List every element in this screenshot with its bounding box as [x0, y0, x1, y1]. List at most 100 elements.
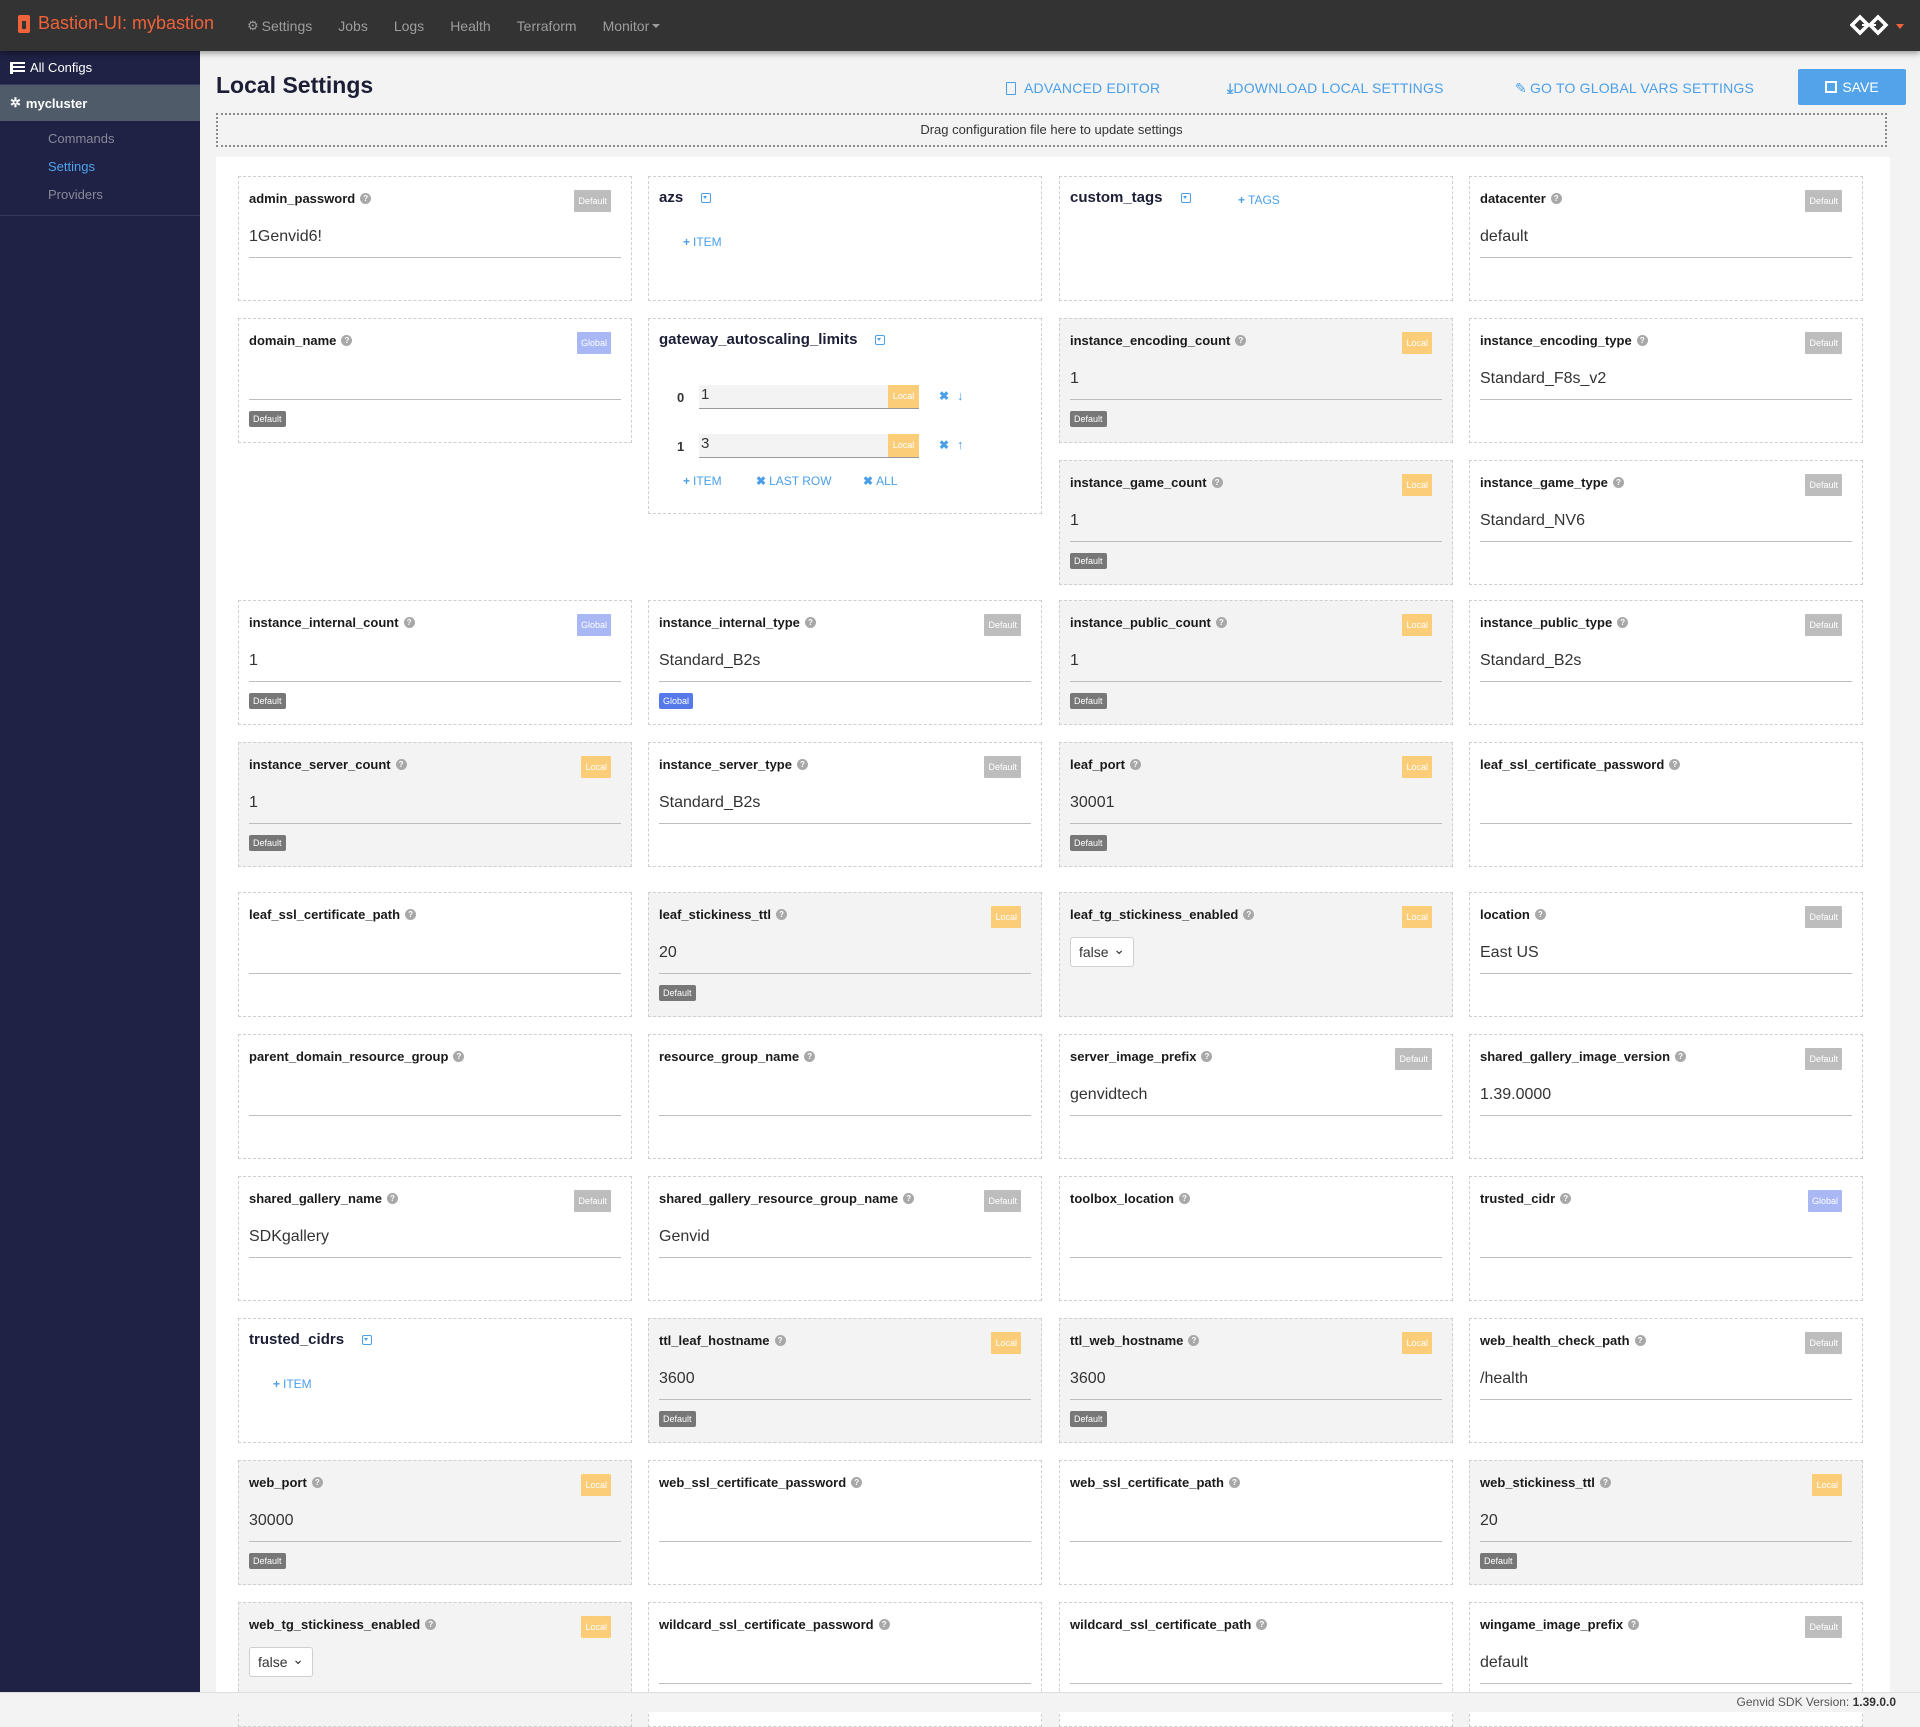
setting-input[interactable] [649, 1079, 1041, 1117]
collapse-toggle-icon[interactable] [875, 334, 886, 345]
setting-input[interactable]: 30001 [1060, 787, 1452, 825]
download-local-settings-link[interactable]: ⤓DOWNLOAD LOCAL SETTINGS [1227, 80, 1444, 97]
help-icon[interactable]: ? [395, 759, 407, 770]
add-item-button[interactable]: + ITEM [683, 474, 722, 488]
remove-last-row-button[interactable]: ✖ LAST ROW [756, 474, 832, 488]
move-up-icon[interactable]: ↑ [957, 437, 964, 452]
setting-input[interactable] [239, 937, 631, 975]
help-icon[interactable]: ? [1599, 1477, 1611, 1488]
setting-input[interactable] [649, 1505, 1041, 1543]
help-icon[interactable]: ? [1675, 1051, 1687, 1062]
help-icon[interactable]: ? [1188, 1335, 1200, 1346]
help-icon[interactable]: ? [878, 1619, 890, 1630]
setting-input[interactable]: /health [1470, 1363, 1862, 1401]
setting-input[interactable]: East US [1470, 937, 1862, 975]
help-icon[interactable]: ? [804, 617, 816, 628]
help-icon[interactable]: ? [1211, 477, 1223, 488]
nav-health[interactable]: Health [450, 18, 490, 34]
collapse-toggle-icon[interactable] [1180, 192, 1191, 203]
add-item-button[interactable]: + ITEM [683, 235, 722, 249]
help-icon[interactable]: ? [1617, 617, 1629, 628]
add-item-button[interactable]: + ITEM [273, 1377, 312, 1391]
setting-input[interactable]: 1 [239, 787, 631, 825]
setting-input[interactable]: 20 [1470, 1505, 1862, 1543]
setting-input[interactable]: 1 [239, 645, 631, 683]
setting-input[interactable] [1470, 787, 1862, 825]
setting-input[interactable]: Standard_NV6 [1470, 505, 1862, 543]
help-icon[interactable]: ? [1235, 335, 1247, 346]
setting-input[interactable]: genvidtech [1060, 1079, 1452, 1117]
remove-item-icon[interactable]: ✖ [939, 438, 949, 452]
help-icon[interactable]: ? [1201, 1051, 1213, 1062]
help-icon[interactable]: ? [1628, 1619, 1640, 1630]
advanced-editor-link[interactable]: ADVANCED EDITOR [1006, 80, 1160, 96]
help-icon[interactable]: ? [796, 759, 808, 770]
help-icon[interactable]: ? [1550, 193, 1562, 204]
remove-all-button[interactable]: ✖ ALL [863, 474, 897, 488]
help-icon[interactable]: ? [1612, 477, 1624, 488]
help-icon[interactable]: ? [1243, 909, 1255, 920]
help-icon[interactable]: ? [386, 1193, 398, 1204]
file-drop-zone[interactable]: Drag configuration file here to update s… [216, 113, 1887, 147]
setting-input[interactable] [649, 1647, 1041, 1685]
setting-input[interactable] [239, 1079, 631, 1117]
help-icon[interactable]: ? [1560, 1193, 1572, 1204]
setting-input[interactable]: 1 [1060, 363, 1452, 401]
help-icon[interactable]: ? [425, 1619, 437, 1630]
setting-input[interactable]: default [1470, 221, 1862, 259]
nav-terraform[interactable]: Terraform [517, 18, 577, 34]
help-icon[interactable]: ? [1534, 909, 1546, 920]
help-icon[interactable]: ? [403, 617, 415, 628]
help-icon[interactable]: ? [1179, 1193, 1190, 1204]
setting-input[interactable]: 1Genvid6! [239, 221, 631, 259]
setting-input[interactable]: Genvid [649, 1221, 1041, 1259]
setting-input[interactable]: Standard_B2s [1470, 645, 1862, 683]
list-item-input[interactable]: 3 Local [699, 434, 919, 458]
save-button[interactable]: SAVE [1798, 69, 1906, 105]
boolean-select[interactable]: false ⌄ [249, 1647, 313, 1677]
nav-logs[interactable]: Logs [394, 18, 424, 34]
nav-monitor-dropdown[interactable]: Monitor [603, 18, 661, 34]
setting-input[interactable] [1060, 1505, 1452, 1543]
setting-input[interactable]: 3600 [1060, 1363, 1452, 1401]
sidebar-item-commands[interactable]: Commands [0, 125, 200, 153]
setting-input[interactable]: 30000 [239, 1505, 631, 1543]
move-down-icon[interactable]: ↓ [957, 388, 964, 403]
setting-input[interactable]: 1 [1060, 645, 1452, 683]
sidebar-cluster[interactable]: ✲ mycluster [0, 85, 200, 121]
help-icon[interactable]: ? [903, 1193, 915, 1204]
list-item-input[interactable]: 1 Local [699, 385, 919, 409]
collapse-toggle-icon[interactable] [701, 192, 712, 203]
setting-input[interactable]: default [1470, 1647, 1862, 1685]
help-icon[interactable]: ? [776, 909, 788, 920]
help-icon[interactable]: ? [405, 909, 417, 920]
remove-item-icon[interactable]: ✖ [939, 389, 949, 403]
setting-input[interactable] [1060, 1647, 1452, 1685]
help-icon[interactable]: ? [453, 1051, 465, 1062]
help-icon[interactable]: ? [1228, 1477, 1240, 1488]
setting-input[interactable]: Standard_F8s_v2 [1470, 363, 1862, 401]
nav-jobs[interactable]: Jobs [338, 18, 368, 34]
setting-input[interactable]: Standard_B2s [649, 787, 1041, 825]
help-icon[interactable]: ? [311, 1477, 323, 1488]
help-icon[interactable]: ? [851, 1477, 863, 1488]
help-icon[interactable]: ? [360, 193, 372, 204]
setting-input[interactable] [1470, 1221, 1862, 1259]
help-icon[interactable]: ? [804, 1051, 816, 1062]
genvid-logo-icon[interactable] [1850, 14, 1890, 36]
brand-link[interactable]: Bastion-UI: mybastion [18, 13, 214, 34]
sidebar-all-configs[interactable]: All Configs [0, 51, 200, 85]
setting-input[interactable]: 1.39.0000 [1470, 1079, 1862, 1117]
help-icon[interactable]: ? [774, 1335, 786, 1346]
boolean-select[interactable]: false ⌄ [1070, 937, 1134, 967]
setting-input[interactable]: Standard_B2s [649, 645, 1041, 683]
help-icon[interactable]: ? [1215, 617, 1227, 628]
help-icon[interactable]: ? [1256, 1619, 1268, 1630]
help-icon[interactable]: ? [341, 335, 353, 346]
setting-input[interactable]: 1 [1060, 505, 1452, 543]
setting-input[interactable] [1060, 1221, 1452, 1259]
sidebar-item-settings[interactable]: Settings [0, 153, 200, 181]
help-icon[interactable]: ? [1129, 759, 1141, 770]
collapse-toggle-icon[interactable] [362, 1334, 373, 1345]
add-tags-button[interactable]: + TAGS [1238, 193, 1280, 207]
